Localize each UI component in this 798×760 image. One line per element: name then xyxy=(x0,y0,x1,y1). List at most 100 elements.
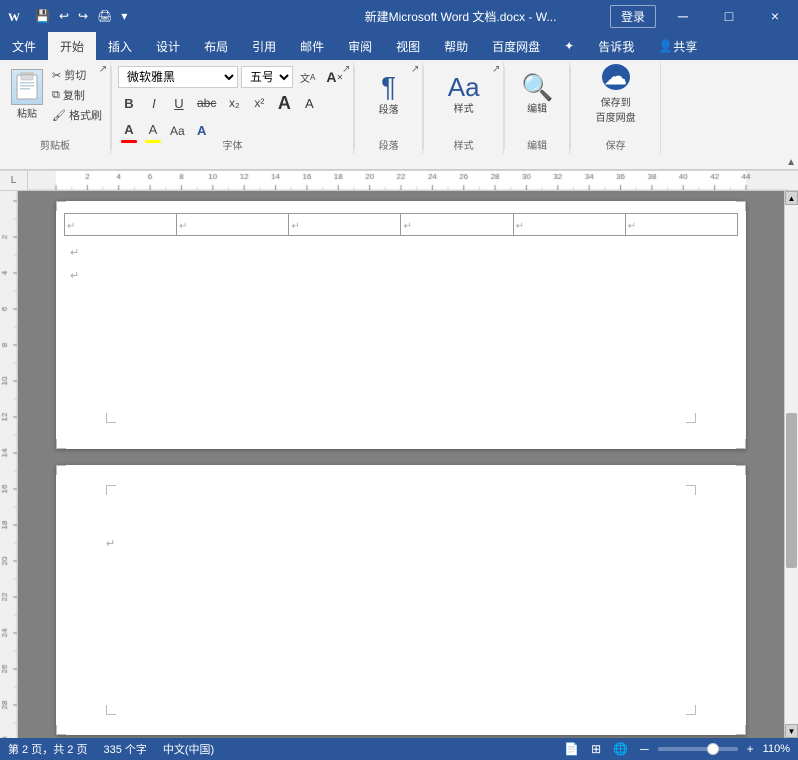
margin-tr-2 xyxy=(686,485,696,495)
corner-bl-2 xyxy=(56,725,66,735)
wen-icon: 文 xyxy=(300,70,310,85)
tab-tellme[interactable]: 告诉我 xyxy=(586,32,646,60)
group-styles: Aa 样式 样式 ↗ xyxy=(424,62,504,154)
paragraph-group-label: 段落 xyxy=(355,137,422,152)
word-icon: W xyxy=(6,7,24,25)
paste-button[interactable]: 粘贴 xyxy=(6,64,48,124)
vertical-scrollbar[interactable]: ▲ ▼ xyxy=(784,191,798,738)
view-layout-button[interactable]: ⊞ xyxy=(588,741,604,757)
tab-design[interactable]: 设计 xyxy=(144,32,192,60)
underline-button[interactable]: U xyxy=(168,92,190,114)
table-cell[interactable]: ↵ xyxy=(625,214,737,236)
enter-mark-1: ↵ xyxy=(70,246,79,259)
italic-button[interactable]: I xyxy=(143,92,165,114)
styles-expand-button[interactable]: ↗ xyxy=(489,62,503,76)
vertical-ruler xyxy=(0,191,18,738)
redo-button[interactable]: ↪ xyxy=(75,7,91,25)
save-baidu-button[interactable]: ☁ 保存到 百度网盘 xyxy=(584,64,648,124)
login-button[interactable]: 登录 xyxy=(610,5,656,28)
document-table[interactable]: ↵ ↵ ↵ ↵ ↵ ↵ xyxy=(64,213,738,236)
font-row1: 微软雅黑 五号 文A A✕ xyxy=(118,66,347,88)
tab-review[interactable]: 审阅 xyxy=(336,32,384,60)
group-editing: 🔍 编辑 编辑 xyxy=(505,62,570,154)
ribbon-collapse-button[interactable]: ▲ xyxy=(786,157,796,168)
paragraph-button[interactable]: ¶ 段落 xyxy=(363,64,415,124)
table-cell[interactable]: ↵ xyxy=(65,214,177,236)
enter-mark-2: ↵ xyxy=(70,269,79,282)
tab-help[interactable]: 帮助 xyxy=(432,32,480,60)
tab-file[interactable]: 文件 xyxy=(0,32,48,60)
scrollbar-track[interactable] xyxy=(785,205,798,724)
subscript-button[interactable]: x₂ xyxy=(223,92,245,114)
ribbon-content: 粘贴 ✂ 剪切 ⧉ 复制 🖌 格式刷 剪贴 xyxy=(0,60,798,156)
margin-bl-1 xyxy=(106,413,116,423)
scrollbar-thumb[interactable] xyxy=(786,413,797,569)
view-print-button[interactable]: 📄 xyxy=(561,741,582,757)
main-area: ↵ ↵ ↵ ↵ ↵ ↵ ↵ ↵ xyxy=(0,191,798,738)
editing-button[interactable]: 🔍 编辑 xyxy=(511,64,563,124)
svg-text:W: W xyxy=(8,10,20,24)
copy-icon: ⧉ xyxy=(52,89,60,102)
margin-bl-2 xyxy=(106,705,116,715)
zoom-in-button[interactable]: + xyxy=(744,741,757,757)
shrink-font-button[interactable]: A xyxy=(298,92,320,114)
undo-button[interactable]: ↩ xyxy=(56,7,72,25)
group-save-baidu: ☁ 保存到 百度网盘 保存 xyxy=(571,62,661,154)
paragraph-expand-button[interactable]: ↗ xyxy=(408,62,422,76)
wen-button[interactable]: 文A xyxy=(296,66,319,88)
clipboard-tools: 粘贴 ✂ 剪切 ⧉ 复制 🖌 格式刷 xyxy=(6,64,104,138)
scroll-up-button[interactable]: ▲ xyxy=(785,191,798,205)
tab-references[interactable]: 引用 xyxy=(240,32,288,60)
page-info: 第 2 页，共 2 页 xyxy=(8,741,87,757)
baidu-icon: ☁ xyxy=(602,64,630,90)
quick-access-toolbar: 💾 ↩ ↪ 🖨 ▾ xyxy=(32,7,130,25)
clipboard-expand-button[interactable]: ↗ xyxy=(96,62,110,76)
tab-home[interactable]: 开始 xyxy=(48,32,96,60)
maximize-button[interactable]: □ xyxy=(706,0,752,32)
scroll-down-button[interactable]: ▼ xyxy=(785,724,798,738)
tab-view[interactable]: 视图 xyxy=(384,32,432,60)
superscript-button[interactable]: x² xyxy=(248,92,270,114)
font-expand-button[interactable]: ↗ xyxy=(339,62,353,76)
grow-font-button[interactable]: A xyxy=(273,92,295,114)
zoom-out-button[interactable]: ─ xyxy=(637,741,652,757)
tab-insert[interactable]: 插入 xyxy=(96,32,144,60)
paste-icon xyxy=(11,69,43,105)
table-cell[interactable]: ↵ xyxy=(401,214,513,236)
window-controls: ─ □ × xyxy=(660,0,798,32)
zoom-thumb[interactable] xyxy=(707,743,719,755)
font-group-label: 字体 xyxy=(112,137,353,152)
minimize-button[interactable]: ─ xyxy=(660,0,706,32)
margin-tl-2 xyxy=(106,485,116,495)
styles-button[interactable]: Aa 样式 xyxy=(434,64,494,124)
table-cell[interactable]: ↵ xyxy=(289,214,401,236)
tab-layout[interactable]: 布局 xyxy=(192,32,240,60)
view-web-button[interactable]: 🌐 xyxy=(610,741,631,757)
print-preview-button[interactable]: 🖨 xyxy=(94,7,115,25)
save-qat-button[interactable]: 💾 xyxy=(32,7,53,25)
format-painter-button[interactable]: 🖌 格式刷 xyxy=(50,106,104,124)
corner-tr-1 xyxy=(736,201,746,211)
styles-group-label: 样式 xyxy=(424,137,503,152)
corner-br-1 xyxy=(736,439,746,449)
document-area[interactable]: ↵ ↵ ↵ ↵ ↵ ↵ ↵ ↵ xyxy=(18,191,784,738)
bold-button[interactable]: B xyxy=(118,92,140,114)
ruler-area: L xyxy=(0,171,798,191)
qat-more-button[interactable]: ▾ xyxy=(118,7,130,25)
copy-button[interactable]: ⧉ 复制 xyxy=(50,86,104,104)
zoom-slider[interactable] xyxy=(658,747,738,751)
tab-baidupan[interactable]: 百度网盘 xyxy=(480,32,552,60)
tab-share[interactable]: 👤 共享 xyxy=(646,32,709,60)
table-cell[interactable]: ↵ xyxy=(177,214,289,236)
font-name-select[interactable]: 微软雅黑 xyxy=(118,66,238,88)
group-clipboard: 粘贴 ✂ 剪切 ⧉ 复制 🖌 格式刷 剪贴 xyxy=(0,62,111,154)
language: 中文(中国) xyxy=(163,741,214,757)
tab-lightning[interactable]: ✦ xyxy=(552,32,586,60)
tab-mailing[interactable]: 邮件 xyxy=(288,32,336,60)
font-size-select[interactable]: 五号 xyxy=(241,66,293,88)
strikethrough-button[interactable]: abc xyxy=(193,92,220,114)
close-button[interactable]: × xyxy=(752,0,798,32)
table-cell[interactable]: ↵ xyxy=(513,214,625,236)
ribbon-tabs: 文件 开始 插入 设计 布局 引用 邮件 审阅 视图 帮助 百度网盘 ✦ 告诉我… xyxy=(0,32,798,60)
ruler-corner[interactable]: L xyxy=(0,171,28,191)
